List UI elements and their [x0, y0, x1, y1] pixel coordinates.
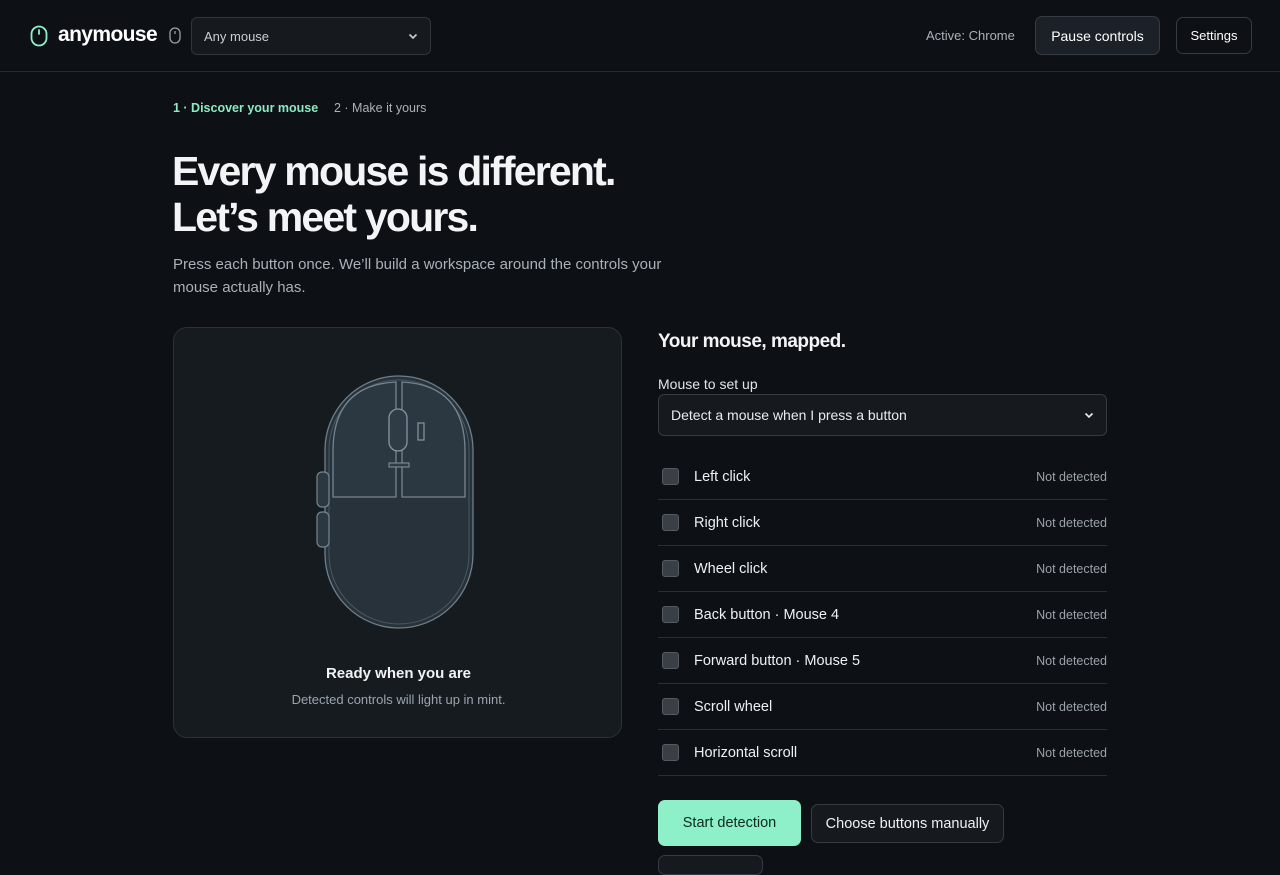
- control-status: Not detected: [1036, 607, 1107, 622]
- control-status: Not detected: [1036, 515, 1107, 530]
- pause-controls-button[interactable]: Pause controls: [1035, 16, 1160, 55]
- checkbox[interactable]: [662, 514, 679, 531]
- control-row-scroll-wheel[interactable]: Scroll wheel Not detected: [658, 684, 1107, 730]
- start-detection-button[interactable]: Start detection: [658, 800, 801, 846]
- control-row-horizontal-scroll[interactable]: Horizontal scroll Not detected: [658, 730, 1107, 776]
- checkbox[interactable]: [662, 698, 679, 715]
- device-select-value: Any mouse: [204, 28, 270, 44]
- forward-button-shape: [316, 471, 330, 508]
- mouse-logo-icon: [30, 25, 48, 47]
- control-label: Scroll wheel: [694, 698, 773, 715]
- secondary-button-partial[interactable]: [658, 855, 763, 875]
- ready-subtitle: Detected controls will light up in mint.: [291, 692, 506, 707]
- step-make-it-yours[interactable]: 2 · Make it yours: [334, 101, 426, 115]
- mouse-setup-select[interactable]: Detect a mouse when I press a button: [658, 394, 1107, 436]
- controls-list: Left click Not detected Right click Not …: [658, 454, 1107, 776]
- back-button-shape: [316, 511, 330, 548]
- control-row-wheel-click[interactable]: Wheel click Not detected: [658, 546, 1107, 592]
- checkbox[interactable]: [662, 468, 679, 485]
- left-click-region: [332, 381, 397, 498]
- page-title: Every mouse is different. Let’s meet you…: [172, 148, 732, 240]
- control-row-forward-button[interactable]: Forward button · Mouse 5 Not detected: [658, 638, 1107, 684]
- mouse-diagram: [316, 375, 474, 629]
- control-label: Horizontal scroll: [694, 744, 798, 761]
- control-label: Back button · Mouse 4: [694, 606, 840, 623]
- step-discover[interactable]: 1 · Discover your mouse: [173, 101, 318, 115]
- right-click-region: [401, 381, 466, 498]
- active-app-label: Active: Chrome: [926, 28, 1015, 43]
- control-status: Not detected: [1036, 745, 1107, 760]
- control-status: Not detected: [1036, 653, 1107, 668]
- control-row-left-click[interactable]: Left click Not detected: [658, 454, 1107, 500]
- control-status: Not detected: [1036, 469, 1107, 484]
- checkbox[interactable]: [662, 652, 679, 669]
- title-line-2: Let’s meet yours.: [172, 194, 479, 240]
- control-status: Not detected: [1036, 561, 1107, 576]
- control-status: Not detected: [1036, 699, 1107, 714]
- control-label: Left click: [694, 468, 751, 485]
- control-row-right-click[interactable]: Right click Not detected: [658, 500, 1107, 546]
- choose-manually-button[interactable]: Choose buttons manually: [811, 804, 1004, 843]
- mouse-icon: [169, 27, 181, 44]
- top-bar: anymouse Any mouse Active: Chrome Pause …: [0, 0, 1280, 72]
- mouse-setup-select-value: Detect a mouse when I press a button: [671, 407, 907, 423]
- scroll-wheel-shape: [388, 408, 408, 452]
- page-subtitle: Press each button once. We’ll build a wo…: [173, 256, 662, 296]
- control-label: Right click: [694, 514, 761, 531]
- mouse-select-label: Mouse to set up: [658, 376, 758, 392]
- chevron-down-icon: [1084, 412, 1094, 419]
- control-row-back-button[interactable]: Back button · Mouse 4 Not detected: [658, 592, 1107, 638]
- checkbox[interactable]: [662, 560, 679, 577]
- checkbox[interactable]: [662, 744, 679, 761]
- title-line-1: Every mouse is different.: [172, 148, 616, 194]
- mouse-preview-card: Ready when you are Detected controls wil…: [173, 327, 622, 738]
- chevron-down-icon: [408, 33, 418, 40]
- ready-title: Ready when you are: [325, 665, 472, 682]
- checkbox[interactable]: [662, 606, 679, 623]
- control-label: Forward button · Mouse 5: [694, 652, 861, 669]
- device-select[interactable]: Any mouse: [191, 17, 431, 55]
- settings-button[interactable]: Settings: [1176, 17, 1252, 54]
- control-label: Wheel click: [694, 560, 768, 577]
- mapping-title: Your mouse, mapped.: [658, 331, 846, 352]
- brand-name: anymouse: [58, 23, 158, 46]
